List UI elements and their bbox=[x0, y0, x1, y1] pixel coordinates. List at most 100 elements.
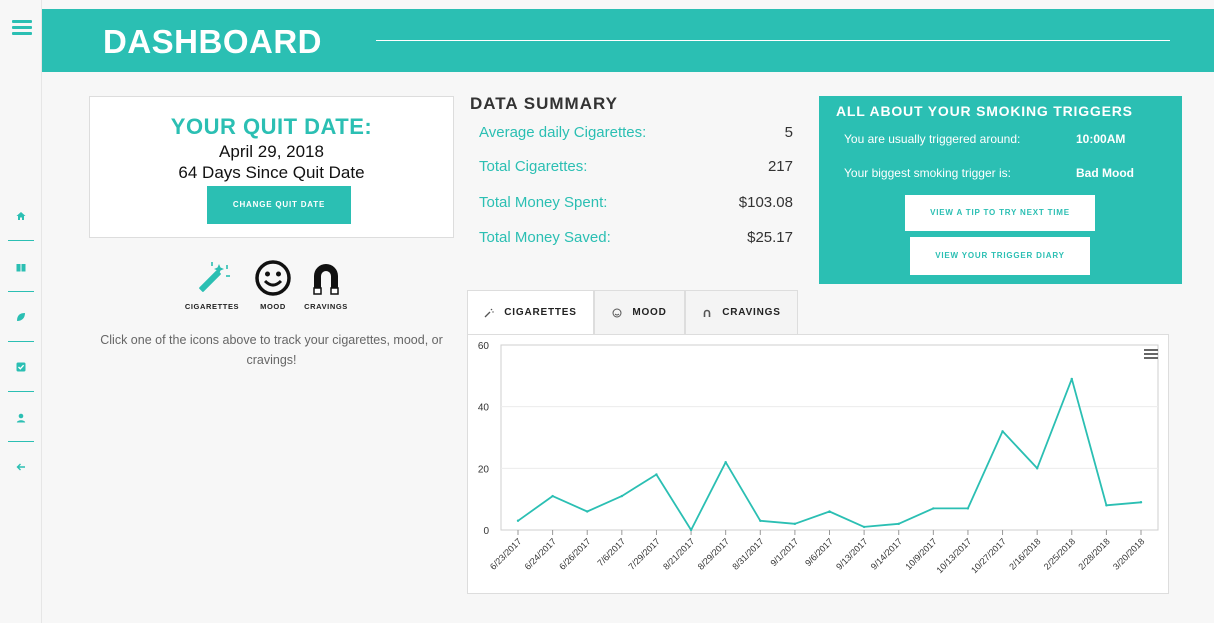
checkbox-icon[interactable] bbox=[8, 354, 34, 380]
data-point bbox=[759, 519, 762, 522]
view-trigger-diary-button[interactable]: VIEW YOUR TRIGGER DIARY bbox=[910, 237, 1090, 275]
x-tick-label: 6/26/2017 bbox=[557, 536, 592, 571]
trigger-type-label: Your biggest smoking trigger is: bbox=[844, 166, 1011, 180]
summary-label: Total Cigarettes: bbox=[479, 158, 588, 175]
x-tick-label: 9/13/2017 bbox=[834, 536, 869, 571]
triggers-card: ALL ABOUT YOUR SMOKING TRIGGERS You are … bbox=[819, 96, 1182, 284]
track-mood-button[interactable]: MOOD bbox=[243, 258, 303, 311]
magnet-icon bbox=[296, 258, 356, 298]
cigarettes-chart: 0 20 40 60 6/23/2017 6/24/2017 6/26/2017 7/6/20… bbox=[467, 334, 1169, 594]
trigger-time-value: 10:00AM bbox=[1076, 132, 1126, 146]
tab-label: CRAVINGS bbox=[722, 307, 781, 318]
data-point bbox=[1139, 501, 1143, 504]
quit-date-value: April 29, 2018 bbox=[219, 142, 324, 161]
track-cravings-button[interactable]: CRAVINGS bbox=[296, 258, 356, 311]
x-tick-label: 6/23/2017 bbox=[488, 536, 523, 571]
x-tick-label: 2/16/2018 bbox=[1007, 536, 1042, 571]
summary-value: $25.17 bbox=[747, 229, 793, 246]
data-point bbox=[551, 494, 554, 498]
x-tick-label: 9/1/2017 bbox=[768, 536, 800, 568]
summary-label: Total Money Spent: bbox=[479, 194, 608, 211]
triggers-title: ALL ABOUT YOUR SMOKING TRIGGERS bbox=[836, 103, 1133, 119]
book-icon[interactable] bbox=[8, 254, 34, 280]
wand-icon bbox=[182, 258, 242, 298]
summary-row: Total Money Saved: $25.17 bbox=[479, 229, 793, 251]
x-tick-label: 8/31/2017 bbox=[730, 536, 765, 571]
summary-row: Total Cigarettes: 217 bbox=[479, 158, 793, 180]
x-tick-label: 3/20/2018 bbox=[1111, 536, 1146, 571]
summary-label: Total Money Saved: bbox=[479, 229, 611, 246]
tab-label: CIGARETTES bbox=[504, 307, 577, 318]
tab-cigarettes[interactable]: CIGARETTES bbox=[467, 290, 594, 334]
x-tick-label: 2/28/2018 bbox=[1076, 536, 1111, 571]
data-point bbox=[1035, 467, 1039, 470]
magnet-icon bbox=[703, 309, 711, 317]
data-point bbox=[516, 519, 520, 522]
summary-row: Total Money Spent: $103.08 bbox=[479, 194, 793, 216]
back-arrow-icon[interactable] bbox=[8, 454, 34, 480]
data-point bbox=[862, 525, 866, 529]
tab-label: MOOD bbox=[632, 307, 667, 318]
tab-mood[interactable]: MOOD bbox=[594, 290, 685, 334]
x-tick-label: 6/24/2017 bbox=[523, 536, 558, 571]
cravings-label: CRAVINGS bbox=[304, 302, 348, 311]
line-chart: 0 20 40 60 6/23/2017 6/24/2017 6/26/2017 7/6/20… bbox=[478, 341, 1159, 575]
x-tick-label: 10/9/2017 bbox=[903, 536, 938, 571]
data-point bbox=[1001, 430, 1004, 433]
trigger-type-value: Bad Mood bbox=[1076, 166, 1134, 180]
data-point bbox=[724, 460, 727, 464]
x-tick-label: 9/6/2017 bbox=[803, 536, 835, 568]
change-quit-date-button[interactable]: CHANGE QUIT DATE bbox=[207, 186, 351, 224]
header-divider bbox=[376, 40, 1170, 41]
x-tick-label: 7/6/2017 bbox=[595, 536, 627, 568]
chart-menu-icon[interactable] bbox=[1144, 349, 1158, 361]
data-point bbox=[932, 507, 935, 510]
smiley-icon bbox=[612, 308, 622, 317]
menu-icon[interactable] bbox=[12, 20, 32, 36]
smiley-icon bbox=[243, 258, 303, 298]
page-title: DASHBOARD bbox=[103, 23, 322, 60]
plot-frame bbox=[500, 344, 1159, 531]
sidebar bbox=[0, 0, 42, 623]
view-tip-button[interactable]: VIEW A TIP TO TRY NEXT TIME bbox=[905, 195, 1095, 231]
data-point bbox=[1105, 504, 1108, 507]
x-tick-label: 7/29/2017 bbox=[626, 536, 661, 571]
series-line bbox=[517, 378, 1142, 531]
data-point bbox=[655, 473, 658, 476]
summary-row: Average daily Cigarettes: 5 bbox=[479, 124, 793, 146]
x-tick-label: 10/13/2017 bbox=[934, 536, 973, 575]
data-point bbox=[620, 494, 624, 498]
tab-cravings[interactable]: CRAVINGS bbox=[685, 290, 798, 334]
home-icon[interactable] bbox=[8, 203, 34, 229]
x-tick-label: 10/27/2017 bbox=[969, 536, 1008, 575]
tracker-hint: Click one of the icons above to track yo… bbox=[100, 333, 443, 367]
user-icon[interactable] bbox=[8, 405, 34, 431]
data-point bbox=[1070, 377, 1073, 381]
y-tick-label: 20 bbox=[478, 464, 490, 475]
data-point bbox=[689, 528, 693, 532]
x-tick-label: 2/25/2018 bbox=[1042, 536, 1077, 571]
x-tick-label: 8/21/2017 bbox=[661, 536, 696, 571]
days-since-quit: 64 Days Since Quit Date bbox=[178, 163, 365, 182]
y-tick-label: 0 bbox=[483, 526, 489, 537]
summary-value: $103.08 bbox=[738, 194, 793, 211]
summary-value: 5 bbox=[784, 124, 793, 141]
track-cigarettes-button[interactable]: CIGARETTES bbox=[182, 258, 242, 311]
wand-icon bbox=[484, 308, 494, 317]
x-tick-label: 8/29/2017 bbox=[696, 536, 731, 571]
quit-date-card: YOUR QUIT DATE: April 29, 2018 64 Days S… bbox=[89, 96, 454, 238]
leaf-icon[interactable] bbox=[8, 304, 34, 330]
mood-label: MOOD bbox=[260, 302, 286, 311]
page-header: DASHBOARD bbox=[42, 9, 1214, 72]
summary-label: Average daily Cigarettes: bbox=[479, 124, 647, 141]
data-summary-title: DATA SUMMARY bbox=[470, 94, 618, 113]
y-tick-label: 60 bbox=[478, 341, 490, 352]
trigger-time-label: You are usually triggered around: bbox=[844, 132, 1021, 146]
data-point bbox=[586, 510, 589, 513]
data-point bbox=[828, 510, 831, 513]
x-tick-label: 9/14/2017 bbox=[869, 536, 904, 571]
summary-value: 217 bbox=[767, 158, 793, 175]
y-tick-label: 40 bbox=[478, 403, 490, 414]
data-point bbox=[793, 522, 797, 526]
quit-date-title: YOUR QUIT DATE: bbox=[170, 114, 373, 139]
